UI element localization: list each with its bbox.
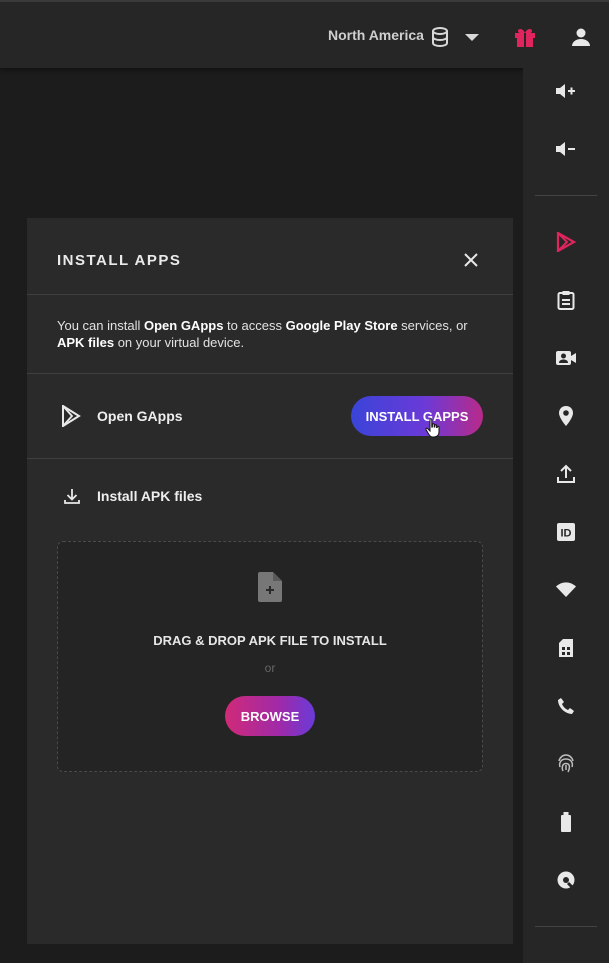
volume-up-icon[interactable] <box>553 78 579 104</box>
hand-cursor-icon <box>425 418 441 443</box>
database-icon[interactable] <box>430 26 450 48</box>
play-store-icon <box>61 404 81 432</box>
panel-title: INSTALL APPS <box>57 252 182 269</box>
intro-text-bold: Open GApps <box>143 318 224 333</box>
divider <box>27 458 513 459</box>
intro-text-part: on your virtual device. <box>114 335 245 350</box>
install-apk-label: Install APK files <box>97 488 203 504</box>
intro-text: You can install Open GApps to access Goo… <box>57 317 487 351</box>
fingerprint-icon[interactable] <box>553 751 579 777</box>
open-gapps-label: Open GApps <box>97 408 183 424</box>
dropzone-or: or <box>264 661 276 675</box>
download-icon <box>63 487 81 510</box>
gift-icon[interactable] <box>512 24 538 50</box>
sim-card-icon[interactable] <box>553 635 579 661</box>
close-icon[interactable] <box>461 250 481 270</box>
dropzone-text: DRAG & DROP APK FILE TO INSTALL <box>153 633 387 648</box>
wifi-icon[interactable] <box>553 577 579 603</box>
upload-icon[interactable] <box>553 461 579 487</box>
intro-text-part: You can install <box>57 318 144 333</box>
file-add-icon <box>258 572 284 604</box>
location-icon[interactable] <box>553 403 579 429</box>
intro-text-part: to access <box>223 318 286 333</box>
battery-icon[interactable] <box>553 809 579 835</box>
apk-dropzone[interactable]: DRAG & DROP APK FILE TO INSTALL or BROWS… <box>57 541 483 772</box>
install-apps-panel: INSTALL APPS You can install Open GApps … <box>27 218 513 944</box>
clipboard-icon[interactable] <box>553 287 579 313</box>
id-icon[interactable]: ID <box>553 519 579 545</box>
disk-icon[interactable] <box>553 867 579 893</box>
phone-icon[interactable] <box>553 693 579 719</box>
camera-icon[interactable] <box>553 345 579 371</box>
divider <box>27 294 513 295</box>
install-gapps-button[interactable]: INSTALL GAPPS <box>351 396 483 436</box>
sidebar-divider <box>535 195 597 196</box>
dropdown-caret-icon[interactable] <box>463 32 481 42</box>
divider <box>27 373 513 374</box>
svg-text:ID: ID <box>561 528 572 540</box>
region-label[interactable]: North America <box>328 27 424 43</box>
browse-button[interactable]: BROWSE <box>225 696 315 736</box>
sidebar-divider <box>535 926 597 927</box>
user-icon[interactable] <box>569 25 593 49</box>
top-bar: North America <box>0 0 609 68</box>
right-toolbar: ID <box>523 68 609 963</box>
intro-text-bold: Google Play Store <box>285 318 398 333</box>
intro-text-part: services, or <box>397 318 468 333</box>
play-store-icon[interactable] <box>553 229 579 255</box>
volume-down-icon[interactable] <box>553 136 579 162</box>
intro-text-bold: APK files <box>57 335 115 350</box>
